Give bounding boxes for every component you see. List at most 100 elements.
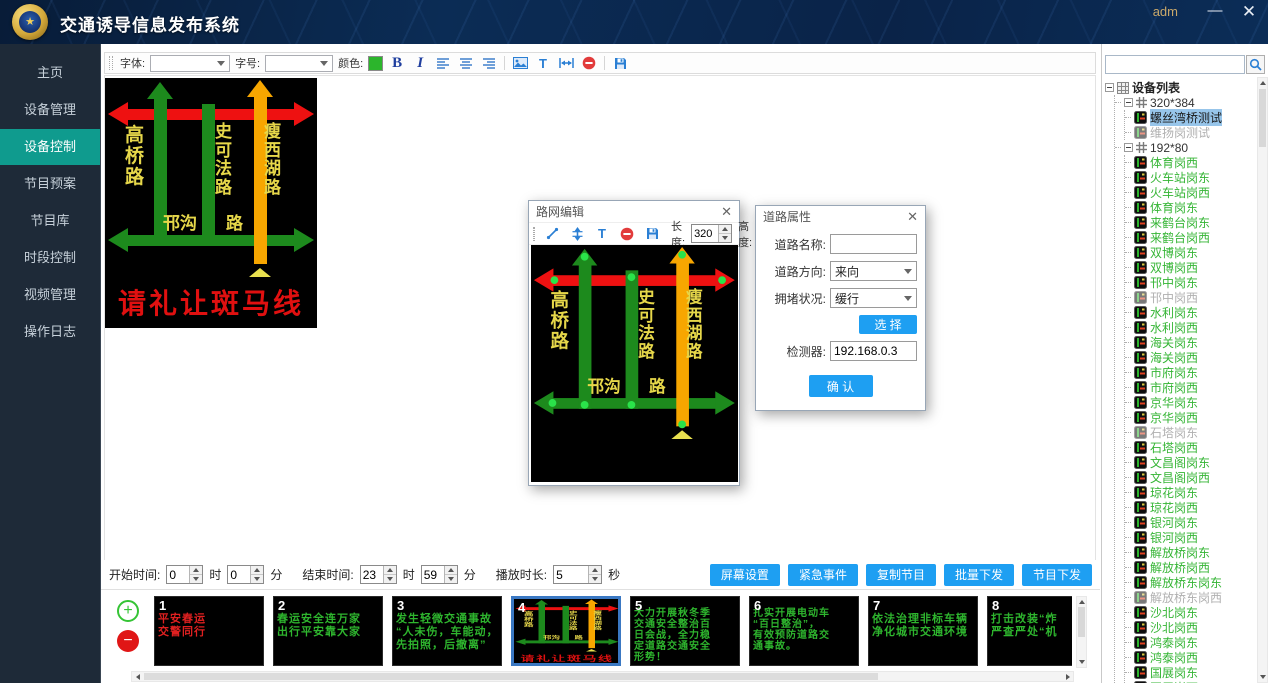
- confirm-button[interactable]: 确 认: [809, 375, 873, 397]
- text-tool-button[interactable]: T: [534, 54, 552, 72]
- start-hour-input[interactable]: [167, 566, 189, 583]
- font-size-select[interactable]: [265, 55, 333, 72]
- device-node[interactable]: 京华岗西: [1125, 410, 1256, 425]
- sidebar-item-1[interactable]: 主页: [0, 55, 100, 91]
- sidebar-item-5[interactable]: 节目库: [0, 203, 100, 239]
- font-select[interactable]: [150, 55, 230, 72]
- device-node[interactable]: 维扬岗测试: [1125, 125, 1256, 140]
- add-page-button[interactable]: +: [117, 600, 139, 622]
- page-thumbnail-6[interactable]: 6扎实开展电动车“百日整治”，有效预防道路交通事故。: [749, 596, 859, 666]
- device-node[interactable]: 沙北岗西: [1125, 620, 1256, 635]
- double-arrow-tool-button[interactable]: [568, 225, 586, 243]
- scroll-down-icon[interactable]: [1077, 657, 1086, 667]
- duration-input[interactable]: [554, 566, 588, 583]
- delete-tool-button[interactable]: [580, 54, 598, 72]
- road-name-field[interactable]: [830, 234, 917, 254]
- search-button[interactable]: [1246, 55, 1265, 74]
- step-down-icon[interactable]: [251, 575, 263, 583]
- device-node[interactable]: 解放桥东岗西: [1125, 590, 1256, 605]
- device-node[interactable]: 体育岗东: [1125, 200, 1256, 215]
- step-up-icon[interactable]: [251, 566, 263, 575]
- minimize-button[interactable]: —: [1204, 2, 1226, 19]
- device-node[interactable]: 海关岗东: [1125, 335, 1256, 350]
- save-tool-button[interactable]: [611, 54, 629, 72]
- led-sign-preview[interactable]: 高桥路史可法路瘦西湖路邗沟路请礼让斑马线: [105, 78, 317, 328]
- device-node[interactable]: 市府岗西: [1125, 380, 1256, 395]
- device-node[interactable]: 石塔岗西: [1125, 440, 1256, 455]
- action-button-5[interactable]: 节目下发: [1022, 564, 1092, 586]
- scroll-up-icon[interactable]: [1258, 78, 1267, 88]
- length-stepper[interactable]: [691, 224, 732, 243]
- text-tool-button[interactable]: T: [593, 225, 611, 243]
- step-down-icon[interactable]: [190, 575, 202, 583]
- device-node[interactable]: 邗中岗西: [1125, 290, 1256, 305]
- device-node[interactable]: 邗中岗东: [1125, 275, 1256, 290]
- align-left-button[interactable]: [434, 54, 452, 72]
- image-tool-button[interactable]: [511, 54, 529, 72]
- duration-stepper[interactable]: [553, 565, 602, 584]
- device-node[interactable]: 火车站岗西: [1125, 185, 1256, 200]
- device-node[interactable]: 双博岗西: [1125, 260, 1256, 275]
- scroll-up-icon[interactable]: [1077, 597, 1086, 607]
- sidebar-item-3[interactable]: 设备控制: [0, 129, 100, 165]
- page-thumbnail-2[interactable]: 2春运安全连万家出行平安靠大家: [273, 596, 383, 666]
- step-up-icon[interactable]: [719, 225, 731, 234]
- device-node[interactable]: 水利岗西: [1125, 320, 1256, 335]
- device-node[interactable]: 京华岗东: [1125, 395, 1256, 410]
- fit-tool-button[interactable]: [557, 54, 575, 72]
- device-node[interactable]: 文昌阁岗东: [1125, 455, 1256, 470]
- action-button-3[interactable]: 复制节目: [866, 564, 936, 586]
- sidebar-item-2[interactable]: 设备管理: [0, 92, 100, 128]
- device-search-input[interactable]: [1105, 55, 1245, 74]
- device-node[interactable]: 市府岗东: [1125, 365, 1256, 380]
- device-node[interactable]: 石塔岗东: [1125, 425, 1256, 440]
- length-input[interactable]: [692, 225, 718, 242]
- close-button[interactable]: ✕: [1238, 2, 1260, 22]
- scroll-down-icon[interactable]: [1258, 672, 1267, 682]
- sidebar-item-6[interactable]: 时段控制: [0, 240, 100, 276]
- device-node[interactable]: 文昌阁岗西: [1125, 470, 1256, 485]
- save-tool-button[interactable]: [643, 225, 661, 243]
- end-minute-stepper[interactable]: [421, 565, 458, 584]
- bold-button[interactable]: B: [388, 54, 406, 72]
- page-thumbnail-1[interactable]: 1平安春运交警同行: [154, 596, 264, 666]
- step-down-icon[interactable]: [445, 575, 457, 583]
- end-hour-input[interactable]: [361, 566, 383, 583]
- collapse-icon[interactable]: [1124, 143, 1133, 152]
- step-down-icon[interactable]: [589, 575, 601, 583]
- device-node[interactable]: 银河岗东: [1125, 515, 1256, 530]
- step-up-icon[interactable]: [190, 566, 202, 575]
- sidebar-item-4[interactable]: 节目预案: [0, 166, 100, 202]
- delete-tool-button[interactable]: [618, 225, 636, 243]
- start-minute-input[interactable]: [228, 566, 250, 583]
- italic-button[interactable]: I: [411, 54, 429, 72]
- device-node[interactable]: 解放桥东岗东: [1125, 575, 1256, 590]
- device-node[interactable]: 琼花岗东: [1125, 485, 1256, 500]
- sidebar-item-8[interactable]: 操作日志: [0, 314, 100, 350]
- page-thumbnail-5[interactable]: 5大力开展秋冬季交通安全整治百日会战，全力稳定道路交通安全形势！: [630, 596, 740, 666]
- page-thumbnail-8[interactable]: 8打击改装“炸严查严处“机: [987, 596, 1072, 666]
- road-direction-select[interactable]: 来向: [830, 261, 917, 281]
- scroll-left-icon[interactable]: [132, 675, 143, 679]
- device-node[interactable]: 螺丝湾桥测试: [1125, 110, 1256, 125]
- close-icon[interactable]: ✕: [907, 209, 918, 225]
- sidebar-item-7[interactable]: 视频管理: [0, 277, 100, 313]
- action-button-2[interactable]: 紧急事件: [788, 564, 858, 586]
- device-node[interactable]: 双博岗东: [1125, 245, 1256, 260]
- close-icon[interactable]: ✕: [721, 204, 732, 220]
- device-group-192*80[interactable]: 192*80: [1115, 140, 1256, 155]
- step-down-icon[interactable]: [719, 234, 731, 242]
- scroll-right-icon[interactable]: [1062, 675, 1073, 679]
- step-up-icon[interactable]: [445, 566, 457, 575]
- device-tree-scrollbar[interactable]: [1257, 77, 1268, 683]
- device-node[interactable]: 火车站岗东: [1125, 170, 1256, 185]
- start-hour-stepper[interactable]: [166, 565, 203, 584]
- device-node[interactable]: 来鹤台岗东: [1125, 215, 1256, 230]
- line-tool-button[interactable]: [543, 225, 561, 243]
- remove-page-button[interactable]: −: [117, 630, 139, 652]
- end-hour-stepper[interactable]: [360, 565, 397, 584]
- device-node[interactable]: 海关岗西: [1125, 350, 1256, 365]
- color-swatch[interactable]: [368, 56, 383, 71]
- device-node[interactable]: 解放桥岗东: [1125, 545, 1256, 560]
- step-up-icon[interactable]: [589, 566, 601, 575]
